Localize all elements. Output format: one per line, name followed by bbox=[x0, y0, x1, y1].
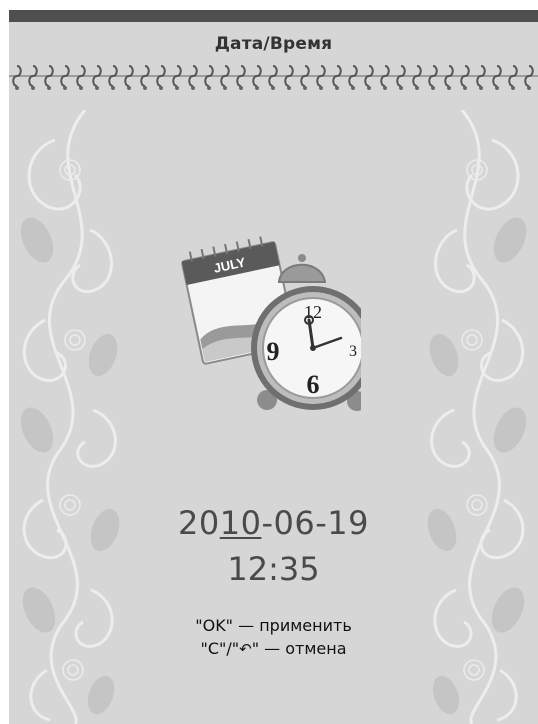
date-value-display[interactable]: 2010-06-19 bbox=[9, 504, 538, 542]
spiral-hole bbox=[479, 86, 483, 90]
spiral-hole bbox=[431, 86, 435, 90]
clock-number-3: 3 bbox=[349, 343, 357, 360]
spiral-ring bbox=[268, 65, 278, 87]
cancel-action-label: — отмена bbox=[259, 639, 347, 658]
spiral-ring bbox=[476, 65, 486, 87]
spiral-ring bbox=[92, 65, 102, 87]
cancel-keys-label-a: "C"/" bbox=[200, 639, 240, 658]
spiral-ring bbox=[460, 65, 470, 87]
spiral-ring bbox=[172, 65, 182, 87]
spiral-hole bbox=[319, 86, 323, 90]
spiral-hole bbox=[415, 86, 419, 90]
spiral-hole bbox=[79, 86, 83, 90]
cancel-hint: "C"/"↶" — отмена bbox=[9, 639, 538, 658]
spiral-ring bbox=[428, 65, 438, 87]
spiral-hole bbox=[399, 86, 403, 90]
spiral-hole bbox=[287, 86, 291, 90]
spiral-hole bbox=[383, 86, 387, 90]
spiral-ring bbox=[492, 65, 502, 87]
spiral-hole bbox=[495, 86, 499, 90]
spiral-ring bbox=[364, 65, 374, 87]
spiral-hole bbox=[511, 86, 515, 90]
spiral-ring bbox=[108, 65, 118, 87]
spiral-hole bbox=[527, 86, 531, 90]
ok-hint: "OK" — применить bbox=[9, 616, 538, 635]
spiral-ring bbox=[316, 65, 326, 87]
spiral-hole bbox=[127, 86, 131, 90]
spiral-ring bbox=[524, 65, 534, 87]
spiral-ring bbox=[204, 65, 214, 87]
screen: Дата/Время JULY 12 3 6 9 2010-06-19 12:3… bbox=[0, 0, 538, 724]
spiral-hole bbox=[95, 86, 99, 90]
spiral-hole bbox=[47, 86, 51, 90]
cancel-keys-label-b: " bbox=[251, 639, 260, 658]
spiral-hole bbox=[223, 86, 227, 90]
date-suffix: -06-19 bbox=[261, 504, 369, 542]
date-cursor-segment: 10 bbox=[219, 504, 262, 542]
spiral-ring bbox=[300, 65, 310, 87]
spiral-hole bbox=[255, 86, 259, 90]
spiral-ring bbox=[508, 65, 518, 87]
spiral-hole bbox=[111, 86, 115, 90]
time-value-display[interactable]: 12:35 bbox=[9, 550, 538, 588]
spiral-hole bbox=[351, 86, 355, 90]
spiral-hole bbox=[271, 86, 275, 90]
datetime-dialog: Дата/Время JULY 12 3 6 9 2010-06-19 12:3… bbox=[9, 22, 538, 724]
date-prefix: 20 bbox=[178, 504, 220, 542]
spiral-ring bbox=[284, 65, 294, 87]
spiral-ring bbox=[332, 65, 342, 87]
spiral-hole bbox=[175, 86, 179, 90]
undo-arrow-icon: ↶ bbox=[239, 640, 252, 658]
spiral-hole bbox=[367, 86, 371, 90]
spiral-hole bbox=[31, 86, 35, 90]
spiral-hole bbox=[463, 86, 467, 90]
dialog-title: Дата/Время bbox=[214, 34, 333, 54]
spiral-binding-decoration bbox=[9, 65, 538, 90]
spiral-ring bbox=[124, 65, 134, 87]
spiral-hole bbox=[143, 86, 147, 90]
spiral-hole bbox=[63, 86, 67, 90]
spiral-ring bbox=[348, 65, 358, 87]
spiral-hole bbox=[159, 86, 163, 90]
spiral-ring bbox=[60, 65, 70, 87]
spiral-hole bbox=[207, 86, 211, 90]
calendar-clock-icon: JULY 12 3 6 9 bbox=[181, 236, 361, 411]
spiral-ring bbox=[156, 65, 166, 87]
spiral-ring bbox=[76, 65, 86, 87]
spiral-hole bbox=[239, 86, 243, 90]
spiral-hole bbox=[447, 86, 451, 90]
ok-key-label: "OK" bbox=[195, 616, 234, 635]
spiral-ring bbox=[140, 65, 150, 87]
spiral-ring bbox=[444, 65, 454, 87]
ok-action-label: — применить bbox=[233, 616, 352, 635]
spiral-ring bbox=[220, 65, 230, 87]
spiral-ring bbox=[252, 65, 262, 87]
spiral-ring bbox=[188, 65, 198, 87]
clock-number-9: 9 bbox=[267, 337, 280, 366]
spiral-ring bbox=[28, 65, 38, 87]
spiral-ring bbox=[380, 65, 390, 87]
spiral-ring bbox=[412, 65, 422, 87]
spiral-ring bbox=[44, 65, 54, 87]
clock-number-6: 6 bbox=[307, 370, 320, 399]
spiral-ring bbox=[12, 65, 22, 87]
spiral-hole bbox=[191, 86, 195, 90]
spiral-hole bbox=[335, 86, 339, 90]
spiral-hole bbox=[303, 86, 307, 90]
spiral-ring bbox=[396, 65, 406, 87]
top-status-bar bbox=[9, 10, 538, 22]
spiral-ring bbox=[236, 65, 246, 87]
spiral-hole bbox=[15, 86, 19, 90]
